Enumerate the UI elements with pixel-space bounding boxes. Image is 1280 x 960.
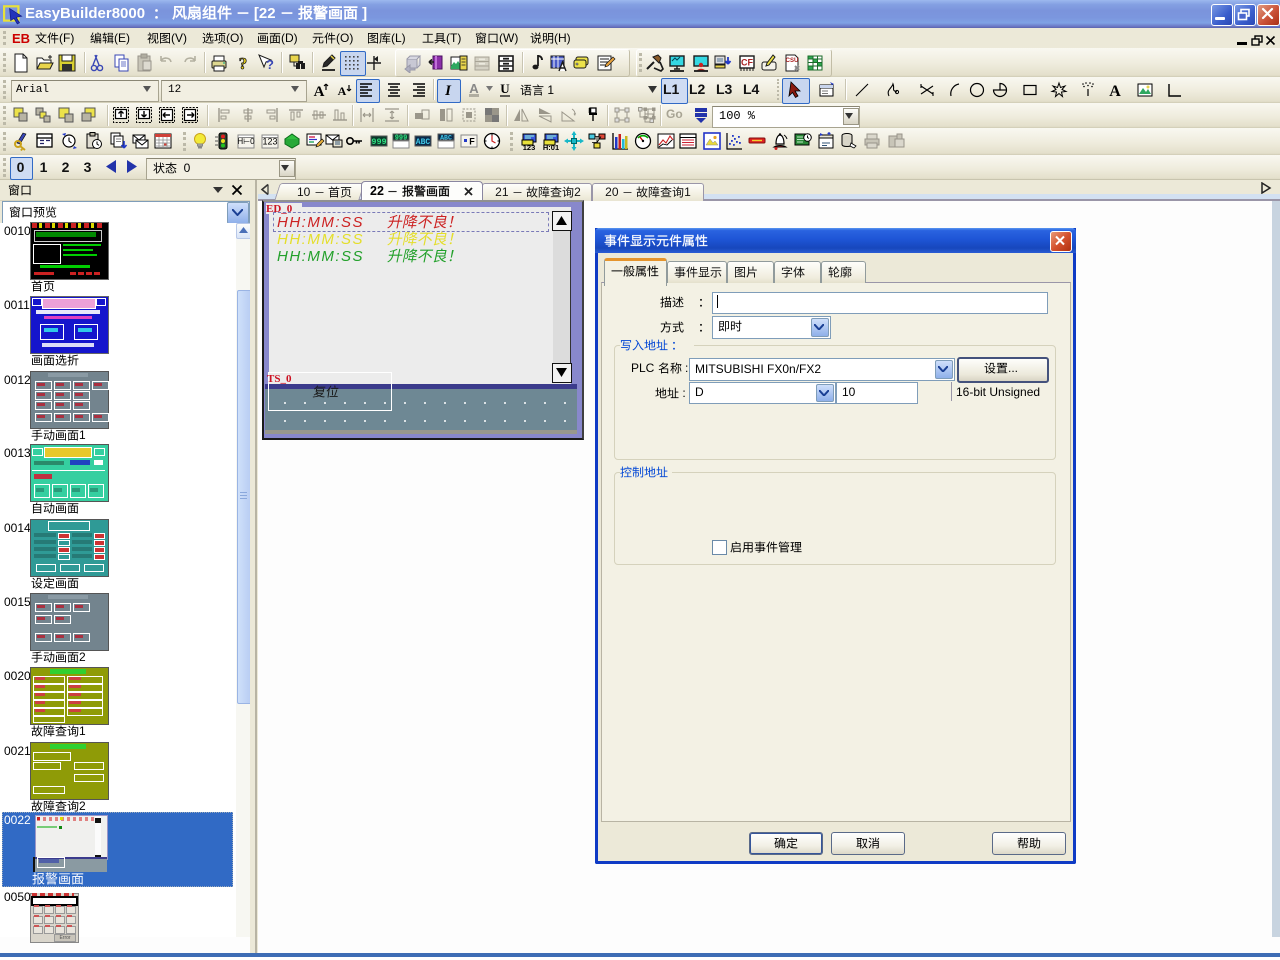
svg-text:A: A: [314, 84, 325, 100]
svg-text:ABC: ABC: [440, 135, 452, 142]
svg-text:F: F: [469, 137, 475, 147]
svg-text:?: ?: [266, 57, 274, 72]
svg-text:CSU: CSU: [786, 58, 799, 64]
svg-text:123: 123: [262, 137, 277, 147]
svg-text:CF: CF: [741, 58, 753, 68]
svg-text:H⊢0: H⊢0: [237, 137, 255, 146]
svg-text:H:01: H:01: [543, 143, 559, 151]
svg-text:A: A: [1109, 83, 1121, 100]
svg-text:?: ?: [239, 54, 248, 73]
svg-text:I: I: [444, 83, 452, 99]
svg-text:ABC: ABC: [416, 138, 431, 147]
svg-text:123: 123: [523, 143, 536, 151]
svg-text:U: U: [500, 81, 510, 96]
svg-text:A: A: [338, 84, 347, 98]
svg-text:A: A: [469, 81, 479, 96]
svg-text:999: 999: [371, 137, 386, 147]
